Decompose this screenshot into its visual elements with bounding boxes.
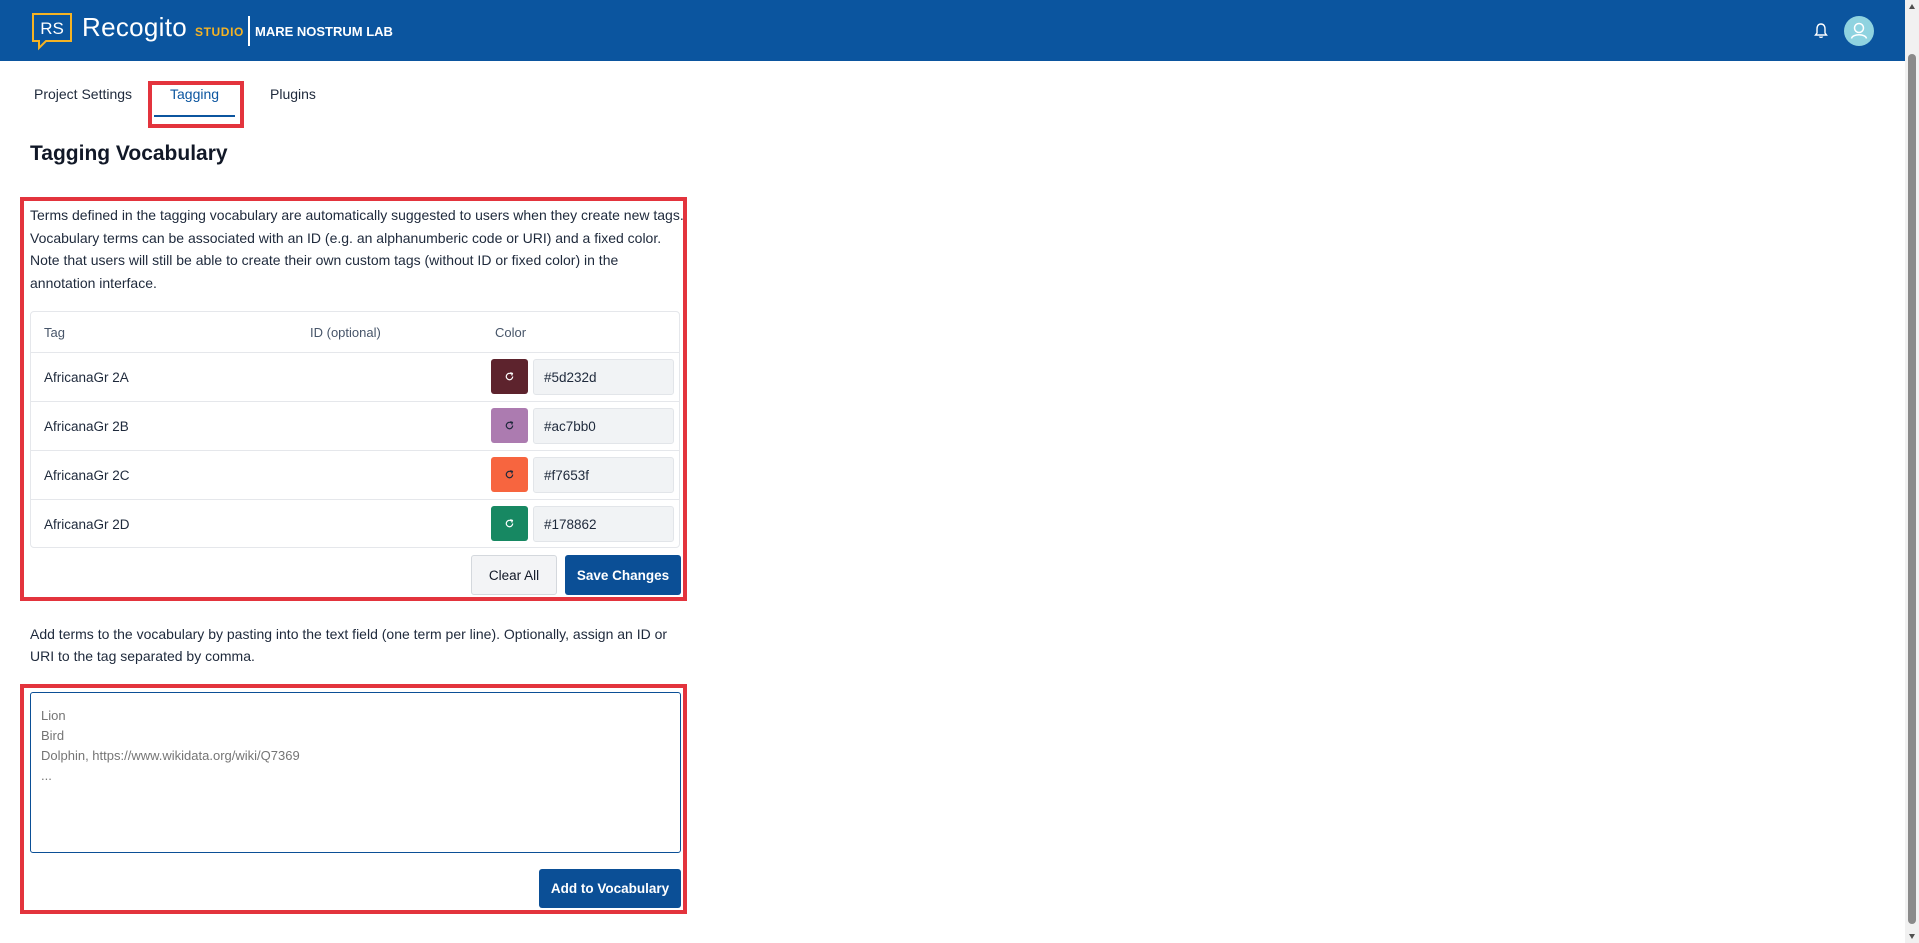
vocabulary-description: Terms defined in the tagging vocabulary …: [30, 207, 684, 291]
color-swatch-button[interactable]: [491, 506, 528, 541]
logo-text: RS: [40, 19, 64, 38]
color-swatch-button[interactable]: [491, 408, 528, 443]
tab-tagging[interactable]: Tagging: [170, 86, 219, 102]
active-tab-indicator: [154, 115, 235, 117]
recogito-logo-icon[interactable]: RS: [30, 11, 74, 51]
vocabulary-table: Tag ID (optional) Color AfricanaGr 2A Af…: [30, 311, 680, 548]
add-terms-description: Add terms to the vocabulary by pasting i…: [30, 626, 668, 664]
tag-name[interactable]: AfricanaGr 2C: [44, 468, 130, 483]
clear-all-button[interactable]: Clear All: [471, 555, 557, 595]
color-hex-input[interactable]: [533, 457, 674, 493]
scroll-down-arrow-icon[interactable]: [1909, 934, 1915, 939]
table-row: AfricanaGr 2A: [31, 352, 679, 401]
refresh-icon: [505, 421, 514, 430]
tag-name[interactable]: AfricanaGr 2D: [44, 517, 130, 532]
color-swatch-button[interactable]: [491, 457, 528, 492]
color-hex-input[interactable]: [533, 408, 674, 444]
tag-name[interactable]: AfricanaGr 2A: [44, 370, 129, 385]
color-hex-input[interactable]: [533, 506, 674, 542]
table-row: AfricanaGr 2B: [31, 401, 679, 450]
column-header-tag: Tag: [44, 325, 65, 340]
vocabulary-terms-textarea[interactable]: [30, 692, 681, 853]
refresh-icon: [505, 372, 514, 381]
organization-name[interactable]: MARE NOSTRUM LAB: [255, 24, 393, 39]
color-swatch-button[interactable]: [491, 359, 528, 394]
save-changes-button[interactable]: Save Changes: [565, 555, 681, 595]
scrollbar-thumb[interactable]: [1908, 54, 1916, 924]
table-row: AfricanaGr 2D: [31, 499, 679, 548]
table-row: AfricanaGr 2C: [31, 450, 679, 499]
brand-name[interactable]: Recogito: [82, 12, 187, 43]
brand-suffix: STUDIO: [195, 25, 244, 39]
tab-plugins[interactable]: Plugins: [270, 86, 316, 102]
refresh-icon: [505, 519, 514, 528]
top-navigation-bar: RS Recogito STUDIO MARE NOSTRUM LAB: [0, 0, 1905, 61]
tab-project-settings[interactable]: Project Settings: [34, 86, 132, 102]
tag-name[interactable]: AfricanaGr 2B: [44, 419, 129, 434]
refresh-icon: [505, 470, 514, 479]
page-title: Tagging Vocabulary: [30, 142, 228, 165]
brand-divider: [248, 16, 250, 46]
scroll-up-arrow-icon[interactable]: [1909, 4, 1915, 9]
user-avatar-icon[interactable]: [1844, 16, 1874, 46]
column-header-color: Color: [495, 325, 527, 340]
add-to-vocabulary-button[interactable]: Add to Vocabulary: [539, 869, 681, 908]
bell-icon[interactable]: [1813, 22, 1829, 40]
color-hex-input[interactable]: [533, 359, 674, 395]
column-header-id: ID (optional): [310, 325, 381, 340]
